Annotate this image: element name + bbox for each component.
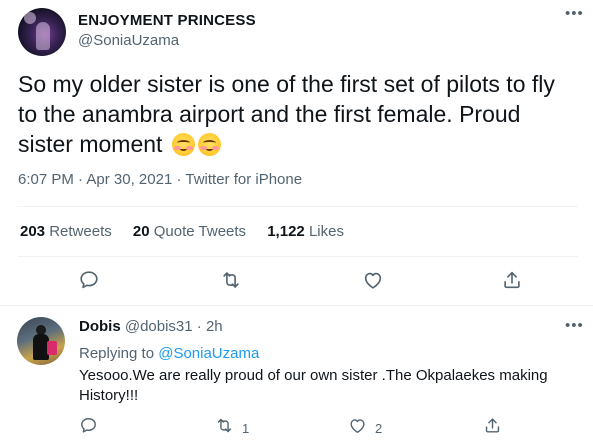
share-icon[interactable] <box>483 416 502 440</box>
like-icon[interactable] <box>348 416 367 440</box>
retweets-count: 203 <box>20 223 46 240</box>
reply-icon[interactable] <box>78 269 100 291</box>
retweet-icon[interactable] <box>220 269 242 291</box>
reply-share-button[interactable] <box>483 416 502 440</box>
meta-separator: · <box>172 171 186 188</box>
reply-display-name[interactable]: Dobis <box>79 318 121 335</box>
meta-separator: · <box>73 171 87 188</box>
reply-handle[interactable]: @dobis31 <box>125 318 193 335</box>
reply-like-button[interactable]: 2 <box>348 416 382 440</box>
meta-separator: · <box>192 318 206 335</box>
likes-count: 1,122 <box>267 223 305 240</box>
reply-avatar[interactable] <box>17 317 65 365</box>
retweets-stat[interactable]: 203 Retweets <box>20 223 112 240</box>
avatar-figure <box>36 22 50 50</box>
replying-to: Replying to @SoniaUzama <box>79 345 259 362</box>
reply-icon[interactable] <box>79 416 98 440</box>
tweet-meta: 6:07 PM · Apr 30, 2021 · Twitter for iPh… <box>18 171 302 188</box>
replying-label: Replying to <box>79 345 159 362</box>
retweet-count: 1 <box>242 420 250 436</box>
quotes-count: 20 <box>132 223 150 240</box>
tweet-actions <box>0 269 593 293</box>
tweet-time[interactable]: 6:07 PM <box>18 171 74 188</box>
tweet-date[interactable]: Apr 30, 2021 <box>86 171 172 188</box>
retweet-icon[interactable] <box>215 416 234 440</box>
quote-tweets-stat[interactable]: 20 Quote Tweets <box>133 223 246 240</box>
avatar-glow <box>24 12 36 24</box>
tweet-text: So my older sister is one of the first s… <box>18 69 578 159</box>
author-display-name[interactable]: ENJOYMENT PRINCESS <box>78 12 256 29</box>
retweets-label: Retweets <box>49 223 112 240</box>
replying-mention[interactable]: @SoniaUzama <box>158 345 259 362</box>
author-avatar[interactable] <box>18 8 66 56</box>
likes-stat[interactable]: 1,122 Likes <box>267 223 344 240</box>
more-options-icon[interactable]: ••• <box>565 318 584 333</box>
reply-comment-button[interactable] <box>79 416 98 440</box>
likes-label: Likes <box>308 223 344 240</box>
like-count: 2 <box>375 420 383 436</box>
avatar-sign <box>47 341 57 355</box>
author-handle[interactable]: @SoniaUzama <box>78 32 179 49</box>
reply-actions: 1 2 <box>0 416 593 436</box>
more-options-icon[interactable]: ••• <box>565 6 584 21</box>
smiling-face-with-blush-icon <box>197 133 221 156</box>
main-tweet: ENJOYMENT PRINCESS @SoniaUzama ••• So my… <box>0 0 593 306</box>
reply-header: Dobis @dobis31 · 2h <box>79 318 223 335</box>
smiling-face-with-blush-icon <box>171 133 195 156</box>
like-icon[interactable] <box>362 269 384 291</box>
share-icon[interactable] <box>501 269 523 291</box>
reply-text: Yesooo.We are really proud of our own si… <box>79 367 548 404</box>
quotes-label: Quote Tweets <box>153 223 247 240</box>
divider <box>18 206 578 207</box>
tweet-stats: 203 Retweets 20 Quote Tweets 1,122 Likes <box>20 223 361 240</box>
divider <box>18 256 578 257</box>
tweet-source[interactable]: Twitter for iPhone <box>185 171 302 188</box>
reply-retweet-button[interactable]: 1 <box>215 416 249 440</box>
tweet-body: So my older sister is one of the first s… <box>18 71 555 157</box>
reply-time[interactable]: 2h <box>206 318 223 335</box>
thread-divider <box>0 305 593 306</box>
